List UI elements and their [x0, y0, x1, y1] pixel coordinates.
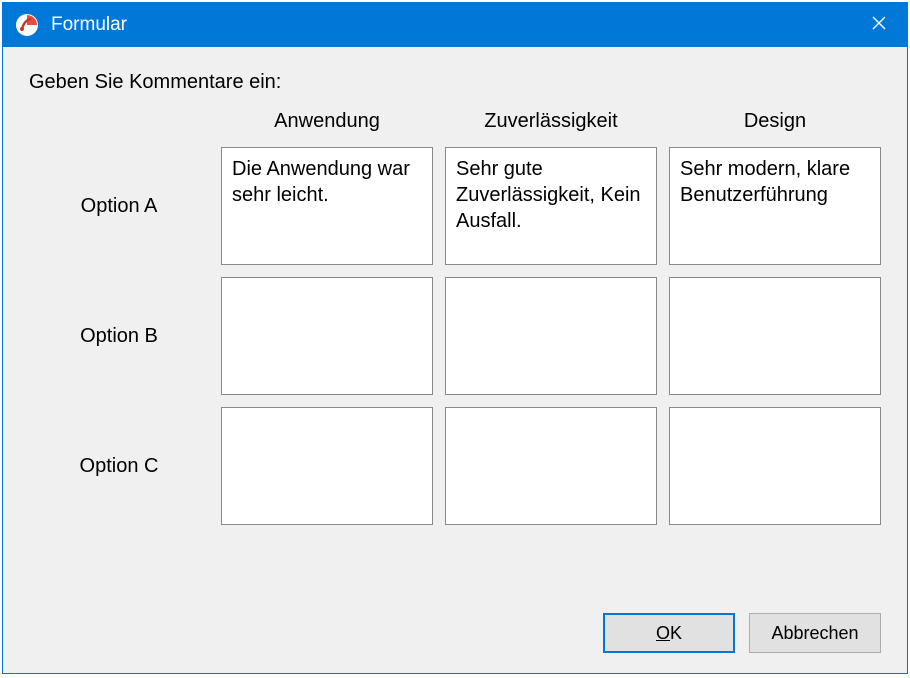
ok-label-rest: K [670, 623, 682, 643]
comment-input[interactable] [221, 407, 433, 525]
dialog-window: Formular Geben Sie Kommentare ein: Anwen… [2, 2, 908, 674]
comment-input[interactable] [669, 277, 881, 395]
row-label: Option B [29, 277, 209, 395]
dialog-content: Geben Sie Kommentare ein: Anwendung Zuve… [3, 47, 907, 673]
comments-grid: Anwendung Zuverlässigkeit Design Option … [29, 110, 881, 525]
prompt-label: Geben Sie Kommentare ein: [29, 71, 881, 94]
column-header: Anwendung [221, 110, 433, 135]
titlebar: Formular [3, 3, 907, 47]
ok-button[interactable]: OK [603, 613, 735, 653]
comment-input[interactable] [445, 147, 657, 265]
button-row: OK Abbrechen [29, 595, 881, 653]
comment-input[interactable] [669, 407, 881, 525]
close-icon [872, 16, 886, 35]
column-header: Design [669, 110, 881, 135]
comment-input[interactable] [221, 277, 433, 395]
column-header: Zuverlässigkeit [445, 110, 657, 135]
app-icon [15, 13, 39, 37]
comment-input[interactable] [221, 147, 433, 265]
close-button[interactable] [851, 3, 907, 47]
cancel-button[interactable]: Abbrechen [749, 613, 881, 653]
row-label: Option A [29, 147, 209, 265]
window-title: Formular [51, 14, 851, 36]
comment-input[interactable] [445, 277, 657, 395]
row-label: Option C [29, 407, 209, 525]
comment-input[interactable] [669, 147, 881, 265]
comment-input[interactable] [445, 407, 657, 525]
